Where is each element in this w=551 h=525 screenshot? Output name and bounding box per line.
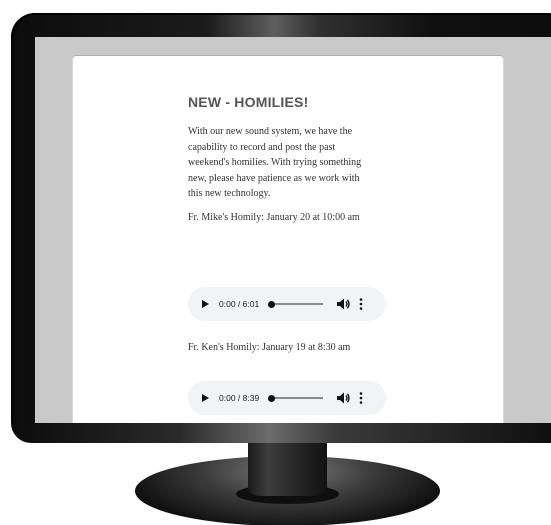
monitor-screen: NEW - HOMILIES! With our new sound syste… xyxy=(35,37,551,423)
more-vertical-icon[interactable] xyxy=(359,298,363,310)
article-heading: NEW - HOMILIES! xyxy=(188,94,309,110)
homily-caption-mike: Fr. Mike's Homily: January 20 at 10:00 a… xyxy=(188,211,360,223)
seek-knob[interactable] xyxy=(268,394,275,402)
more-vertical-icon[interactable] xyxy=(359,392,363,404)
audio-player-mike[interactable]: 0:00 / 6:01 xyxy=(188,287,386,321)
volume-icon[interactable] xyxy=(337,392,351,404)
play-icon[interactable] xyxy=(202,394,209,402)
volume-icon[interactable] xyxy=(337,298,351,310)
time-display: 0:00 / 6:01 xyxy=(219,299,260,309)
seek-knob[interactable] xyxy=(268,300,275,308)
time-display: 0:00 / 8:39 xyxy=(219,393,260,403)
intro-paragraph: With our new sound system, we have the c… xyxy=(188,126,362,199)
homilies-article: NEW - HOMILIES! With our new sound syste… xyxy=(188,94,388,225)
seek-slider[interactable] xyxy=(268,300,323,308)
homily-caption-ken: Fr. Ken's Homily: January 19 at 8:30 am xyxy=(188,342,351,353)
seek-slider[interactable] xyxy=(268,394,323,402)
monitor-stand-neck xyxy=(248,443,327,496)
audio-player-ken[interactable]: 0:00 / 8:39 xyxy=(188,381,386,415)
web-page: NEW - HOMILIES! With our new sound syste… xyxy=(73,56,503,423)
play-icon[interactable] xyxy=(202,300,209,308)
